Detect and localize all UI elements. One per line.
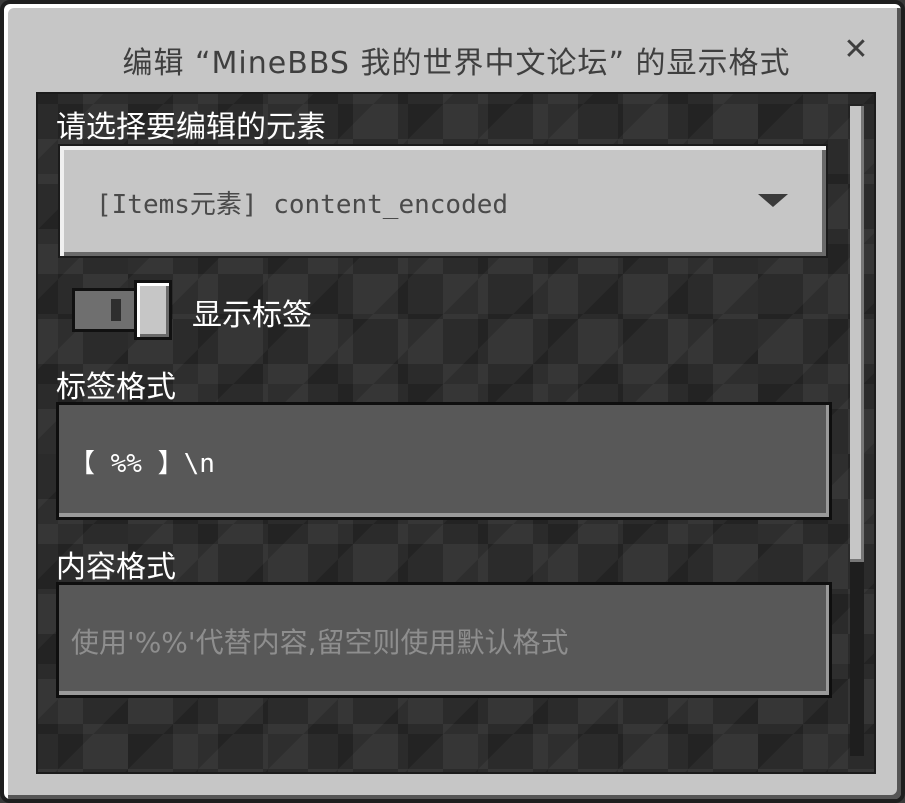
content-format-placeholder: 使用'%%'代替内容,留空则使用默认格式	[71, 626, 569, 659]
scrollbar-thumb[interactable]	[850, 106, 864, 562]
show-label-toggle-label: 显示标签	[192, 298, 312, 333]
toggle-knob[interactable]	[134, 280, 172, 340]
show-label-toggle[interactable]	[72, 280, 172, 340]
content-format-input[interactable]: 使用'%%'代替内容,留空则使用默认格式	[56, 582, 832, 698]
toggle-on-mark	[111, 299, 121, 321]
settings-panel[interactable]: 请选择要编辑的元素 [Items元素] content_encoded 显示标签…	[36, 92, 876, 774]
label-format-label: 标签格式	[56, 370, 176, 405]
label-format-value: 【 %% 】\n	[69, 449, 215, 479]
content-format-label: 内容格式	[56, 550, 176, 585]
dialog-title: 编辑 “MineBBS 我的世界中文论坛” 的显示格式	[122, 46, 791, 81]
element-select-dropdown[interactable]: [Items元素] content_encoded	[58, 144, 828, 258]
scrollbar-track[interactable]	[850, 106, 864, 756]
format-editor-dialog: 编辑 “MineBBS 我的世界中文论坛” 的显示格式 ✕ 请选择要编辑的元素 …	[0, 0, 905, 803]
close-icon[interactable]: ✕	[840, 34, 872, 66]
label-format-input[interactable]: 【 %% 】\n	[56, 402, 832, 520]
element-select-label: 请选择要编辑的元素	[56, 110, 326, 145]
element-select-value: [Items元素] content_encoded	[96, 190, 509, 220]
chevron-down-icon	[758, 194, 788, 207]
